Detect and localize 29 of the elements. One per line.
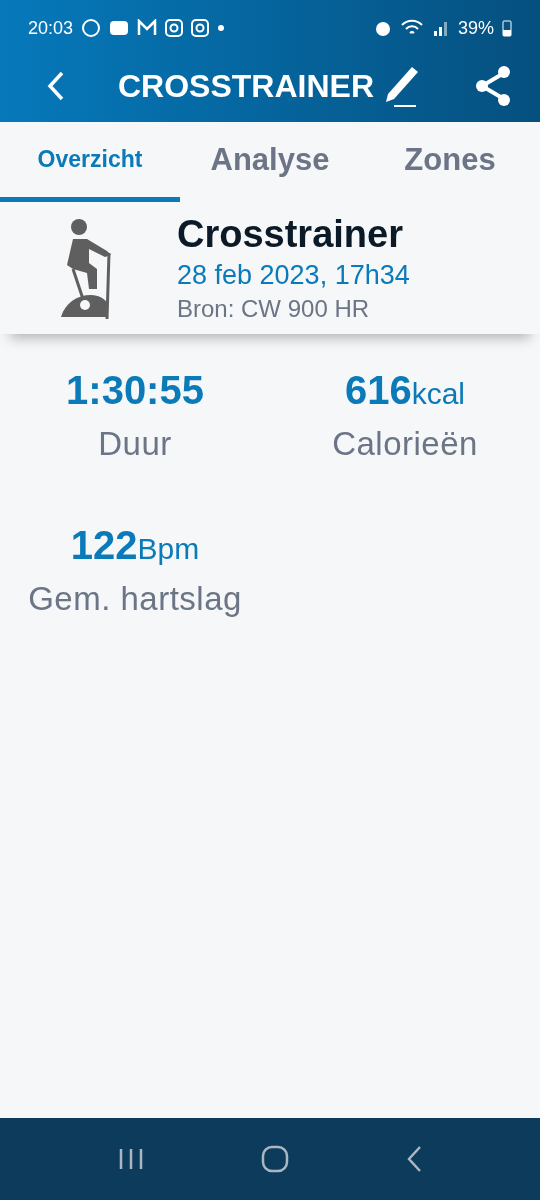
mail-icon (137, 19, 158, 37)
tab[interactable]: Analyse (180, 122, 360, 202)
home-icon[interactable] (261, 1145, 289, 1173)
wifi-icon (399, 19, 424, 37)
stat-value: 1:30:55 (66, 368, 204, 413)
activity-source: Bron: CW 900 HR (177, 295, 371, 323)
stat-unit: kcal (411, 377, 466, 411)
activity-date: 28 feb 2023, 17h34 (177, 260, 410, 291)
stat-label: Duur (98, 425, 172, 463)
tab[interactable]: Zones (360, 122, 540, 202)
tab[interactable]: Overzicht (0, 122, 180, 202)
status-time: 20:03 (28, 17, 74, 39)
app-title: CROSSTRAINER (118, 67, 374, 105)
back-icon[interactable] (405, 1145, 422, 1173)
battery-icon (502, 19, 512, 37)
stat-unit: Bpm (137, 532, 200, 566)
activity-title: Crosstrainer (177, 213, 404, 256)
stat-label: Calorieën (332, 425, 478, 463)
camera-icon (165, 19, 184, 37)
stat-value: 122 (70, 523, 138, 568)
back-icon[interactable] (46, 70, 66, 102)
camera-icon (191, 19, 210, 37)
stat-label: Gem. hartslag (28, 580, 242, 618)
signal-icon (431, 19, 450, 37)
recent-apps-icon[interactable] (118, 1147, 145, 1171)
stat-value: 616 (344, 368, 412, 413)
battery-percent: 39% (457, 17, 494, 39)
dot-icon (217, 24, 226, 32)
share-icon[interactable] (474, 65, 512, 107)
